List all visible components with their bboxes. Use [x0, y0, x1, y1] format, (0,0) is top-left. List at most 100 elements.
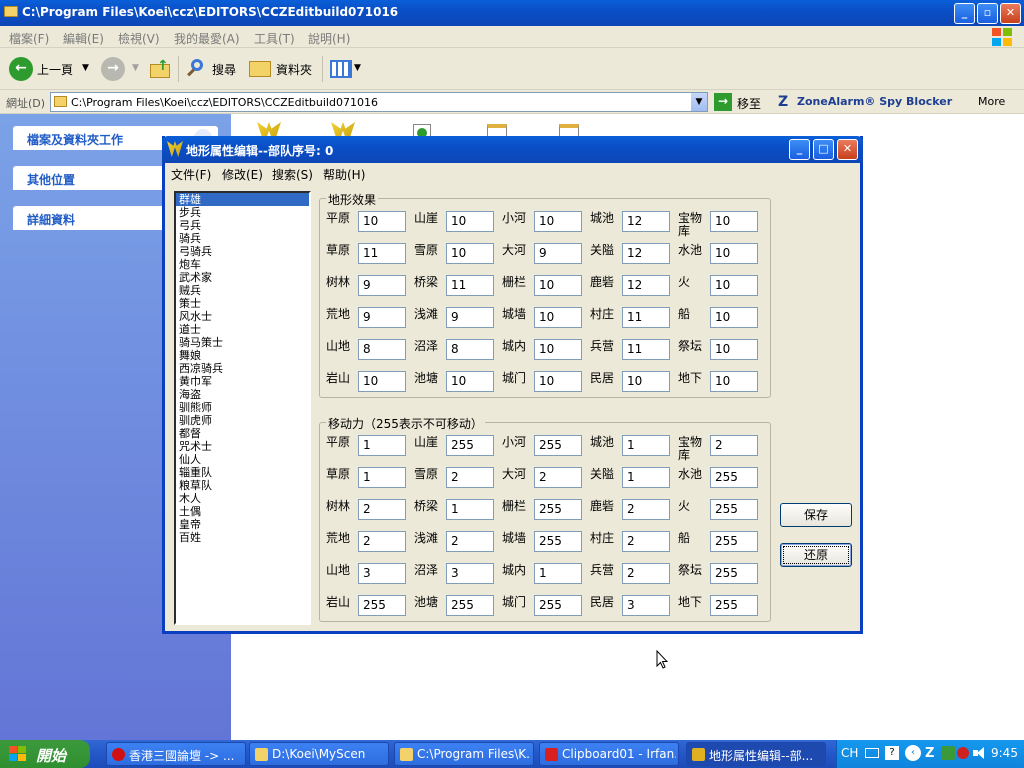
unit-list-item[interactable]: 海盗 — [176, 388, 309, 401]
terrain-effect-value-input[interactable]: 11 — [446, 275, 494, 296]
terrain-effect-value-input[interactable]: 10 — [710, 211, 758, 232]
terrain-effect-value-input[interactable]: 10 — [534, 339, 582, 360]
movement-cost-value-input[interactable]: 255 — [710, 499, 758, 520]
go-arrow-icon[interactable]: → — [714, 93, 732, 111]
dialog-close-button[interactable]: ✕ — [837, 139, 858, 160]
terrain-effect-value-input[interactable]: 10 — [358, 371, 406, 392]
terrain-effect-value-input[interactable]: 8 — [358, 339, 406, 360]
unit-list-item[interactable]: 粮草队 — [176, 479, 309, 492]
terrain-effect-value-input[interactable]: 10 — [710, 371, 758, 392]
terrain-effect-value-input[interactable]: 10 — [446, 371, 494, 392]
terrain-effect-value-input[interactable]: 10 — [534, 275, 582, 296]
movement-cost-value-input[interactable]: 3 — [446, 563, 494, 584]
unit-list-item[interactable]: 道士 — [176, 323, 309, 336]
back-label[interactable]: 上一頁 — [37, 61, 73, 78]
movement-cost-value-input[interactable]: 3 — [358, 563, 406, 584]
movement-cost-value-input[interactable]: 255 — [710, 531, 758, 552]
restore-button[interactable]: ▫ — [977, 3, 998, 24]
forward-arrow-icon[interactable]: → — [101, 57, 125, 81]
unit-list-item[interactable]: 百姓 — [176, 531, 309, 544]
terrain-effect-value-input[interactable]: 9 — [358, 275, 406, 296]
movement-cost-value-input[interactable]: 3 — [622, 595, 670, 616]
more-button[interactable]: More — [978, 95, 1005, 108]
unit-list-item[interactable]: 仙人 — [176, 453, 309, 466]
terrain-effect-value-input[interactable]: 10 — [358, 211, 406, 232]
close-button[interactable]: ✕ — [1000, 3, 1021, 24]
movement-cost-value-input[interactable]: 2 — [358, 499, 406, 520]
clock[interactable]: 9:45 — [991, 746, 1018, 760]
unit-list-item[interactable]: 驯熊师 — [176, 401, 309, 414]
movement-cost-value-input[interactable]: 2 — [622, 531, 670, 552]
taskbar-item-terrain-editor[interactable]: 地形属性编辑--部... — [686, 742, 826, 766]
terrain-effect-value-input[interactable]: 10 — [710, 243, 758, 264]
movement-cost-value-input[interactable]: 2 — [446, 467, 494, 488]
terrain-effect-value-input[interactable]: 9 — [446, 307, 494, 328]
start-button[interactable]: 開始 — [0, 740, 90, 768]
dialog-menu-file[interactable]: 文件(F) — [171, 166, 211, 183]
forward-dropdown-icon[interactable]: ▼ — [132, 63, 139, 73]
menu-favorites[interactable]: 我的最愛(A) — [174, 30, 240, 47]
movement-cost-value-input[interactable]: 2 — [446, 531, 494, 552]
up-folder-icon[interactable]: ↑ — [150, 58, 170, 80]
unit-list-item[interactable]: 弓兵 — [176, 219, 309, 232]
terrain-effect-value-input[interactable]: 10 — [710, 307, 758, 328]
unit-list-item[interactable]: 群雄 — [176, 193, 309, 206]
terrain-effect-value-input[interactable]: 10 — [534, 307, 582, 328]
movement-cost-value-input[interactable]: 2 — [710, 435, 758, 456]
unit-list-item[interactable]: 骑兵 — [176, 232, 309, 245]
speaker-icon[interactable] — [973, 746, 985, 760]
movement-cost-value-input[interactable]: 255 — [358, 595, 406, 616]
explorer-title-bar[interactable]: C:\Program Files\Koei\ccz\EDITORS\CCZEdi… — [0, 0, 1024, 26]
movement-cost-value-input[interactable]: 255 — [710, 595, 758, 616]
unit-list-item[interactable]: 策士 — [176, 297, 309, 310]
movement-cost-value-input[interactable]: 255 — [534, 531, 582, 552]
terrain-effect-value-input[interactable]: 10 — [622, 371, 670, 392]
terrain-effect-value-input[interactable]: 10 — [446, 243, 494, 264]
movement-cost-value-input[interactable]: 2 — [534, 467, 582, 488]
terrain-effect-value-input[interactable]: 8 — [446, 339, 494, 360]
language-indicator[interactable]: CH — [841, 746, 858, 760]
unit-list-item[interactable]: 黄巾军 — [176, 375, 309, 388]
search-icon[interactable] — [186, 59, 206, 79]
movement-cost-value-input[interactable]: 255 — [710, 467, 758, 488]
movement-cost-value-input[interactable]: 2 — [622, 563, 670, 584]
unit-list-item[interactable]: 骑马策士 — [176, 336, 309, 349]
dialog-minimize-button[interactable]: _ — [789, 139, 810, 160]
terrain-effect-value-input[interactable]: 9 — [358, 307, 406, 328]
terrain-effect-value-input[interactable]: 10 — [710, 275, 758, 296]
terrain-effect-value-input[interactable]: 10 — [710, 339, 758, 360]
terrain-effect-value-input[interactable]: 10 — [534, 371, 582, 392]
help-icon[interactable]: ? — [885, 746, 899, 760]
movement-cost-value-input[interactable]: 2 — [358, 531, 406, 552]
zonealarm-tray-icon[interactable]: Z — [925, 746, 939, 761]
movement-cost-value-input[interactable]: 2 — [622, 499, 670, 520]
unit-list-item[interactable]: 辎重队 — [176, 466, 309, 479]
save-button[interactable]: 保存 — [780, 503, 852, 527]
movement-cost-value-input[interactable]: 255 — [446, 595, 494, 616]
unit-list-item[interactable]: 咒术士 — [176, 440, 309, 453]
folders-icon[interactable] — [249, 61, 271, 77]
unit-type-list[interactable]: 群雄 步兵 弓兵 骑兵 弓骑兵 炮车 武术家 贼兵 策士 风水士 道士 骑马策士 舞娘 西凉骑兵 黄巾军 海盗… — [174, 191, 311, 625]
movement-cost-value-input[interactable]: 255 — [534, 435, 582, 456]
movement-cost-value-input[interactable]: 255 — [534, 595, 582, 616]
taskbar-item-myscen[interactable]: D:\Koei\MyScen — [249, 742, 389, 766]
terrain-effect-value-input[interactable]: 9 — [534, 243, 582, 264]
unit-list-item[interactable]: 炮车 — [176, 258, 309, 271]
unit-list-item[interactable]: 弓骑兵 — [176, 245, 309, 258]
unit-list-item[interactable]: 武术家 — [176, 271, 309, 284]
back-arrow-icon[interactable]: ← — [9, 57, 33, 81]
taskbar-item-opera[interactable]: 香港三國論壇 -> ... — [106, 742, 246, 766]
movement-cost-value-input[interactable]: 1 — [534, 563, 582, 584]
unit-list-item[interactable]: 皇帝 — [176, 518, 309, 531]
zonealarm-toolbar[interactable]: ZoneAlarm® Spy Blocker — [797, 95, 952, 108]
keyboard-icon[interactable] — [865, 748, 879, 758]
unit-list-item[interactable]: 舞娘 — [176, 349, 309, 362]
search-label[interactable]: 搜尋 — [212, 61, 236, 78]
movement-cost-value-input[interactable]: 1 — [358, 467, 406, 488]
views-icon[interactable] — [330, 60, 352, 78]
terrain-effect-value-input[interactable]: 12 — [622, 275, 670, 296]
unit-list-item[interactable]: 都督 — [176, 427, 309, 440]
movement-cost-value-input[interactable]: 255 — [710, 563, 758, 584]
views-dropdown-icon[interactable]: ▼ — [354, 63, 361, 73]
terrain-effect-value-input[interactable]: 12 — [622, 243, 670, 264]
